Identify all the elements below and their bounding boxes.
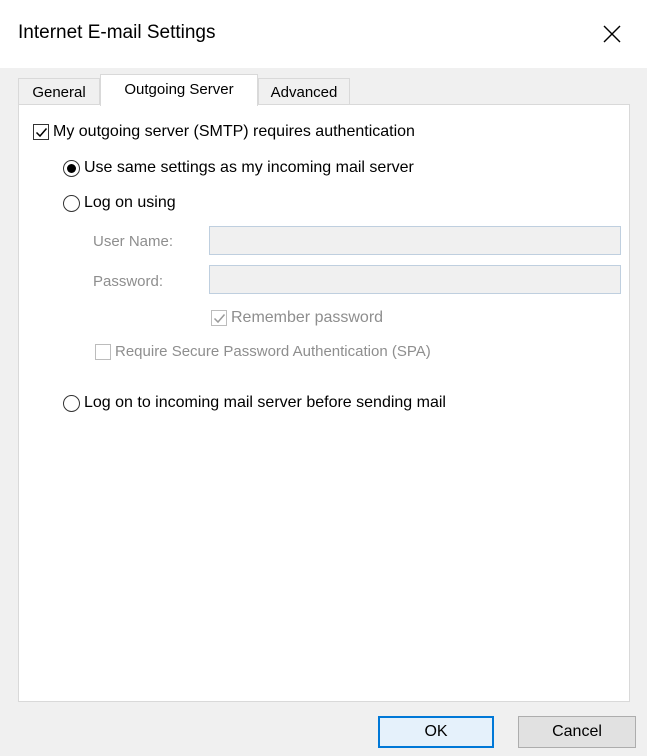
tab-general[interactable]: General bbox=[18, 78, 100, 105]
requires-auth-label: My outgoing server (SMTP) requires authe… bbox=[53, 123, 415, 140]
spa-checkbox-row[interactable]: Require Secure Password Authentication (… bbox=[95, 343, 431, 360]
spa-checkbox[interactable] bbox=[95, 343, 111, 360]
requires-auth-checkbox[interactable] bbox=[33, 124, 49, 140]
close-icon bbox=[603, 25, 621, 43]
user-name-input[interactable] bbox=[209, 226, 621, 255]
password-input[interactable] bbox=[209, 265, 621, 294]
log-on-using-radio-row[interactable]: Log on using bbox=[63, 194, 176, 212]
log-on-using-radio[interactable] bbox=[63, 194, 80, 212]
remember-password-checkbox-row[interactable]: Remember password bbox=[211, 309, 383, 327]
checkmark-icon bbox=[35, 127, 47, 137]
spa-label: Require Secure Password Authentication (… bbox=[115, 343, 431, 360]
log-on-incoming-radio[interactable] bbox=[63, 394, 80, 412]
tab-outgoing-server[interactable]: Outgoing Server bbox=[100, 74, 258, 106]
password-label: Password: bbox=[93, 273, 164, 290]
close-button[interactable] bbox=[590, 14, 634, 54]
checkmark-icon bbox=[213, 313, 225, 323]
tab-advanced[interactable]: Advanced bbox=[258, 78, 350, 105]
cancel-button[interactable]: Cancel bbox=[518, 716, 636, 748]
ok-button[interactable]: OK bbox=[378, 716, 494, 748]
log-on-incoming-label: Log on to incoming mail server before se… bbox=[84, 394, 446, 411]
outgoing-server-panel: My outgoing server (SMTP) requires authe… bbox=[18, 104, 630, 702]
remember-password-label: Remember password bbox=[231, 309, 384, 326]
use-same-settings-label: Use same settings as my incoming mail se… bbox=[84, 159, 414, 176]
title-bar: Internet E-mail Settings bbox=[0, 0, 647, 68]
window-title: Internet E-mail Settings bbox=[18, 22, 216, 43]
use-same-settings-radio-row[interactable]: Use same settings as my incoming mail se… bbox=[63, 159, 414, 177]
radio-selected-dot bbox=[67, 163, 76, 173]
requires-auth-checkbox-row[interactable]: My outgoing server (SMTP) requires authe… bbox=[33, 123, 415, 141]
remember-password-checkbox[interactable] bbox=[211, 310, 227, 326]
log-on-incoming-radio-row[interactable]: Log on to incoming mail server before se… bbox=[63, 394, 446, 412]
use-same-settings-radio[interactable] bbox=[63, 159, 80, 177]
log-on-using-label: Log on using bbox=[84, 194, 176, 211]
user-name-label: User Name: bbox=[93, 233, 174, 250]
